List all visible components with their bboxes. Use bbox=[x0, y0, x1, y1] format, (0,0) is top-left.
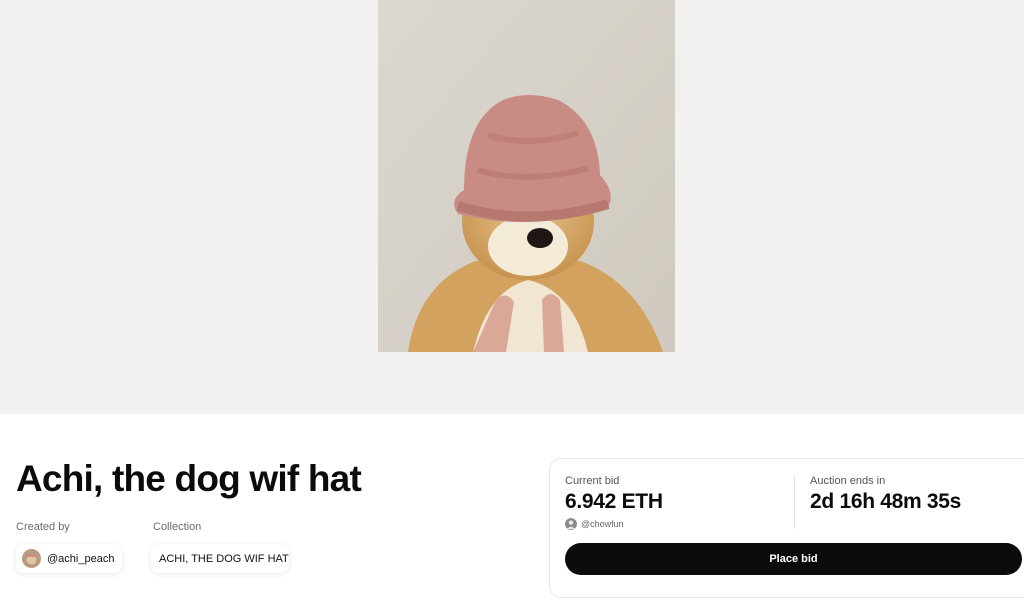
current-bidder[interactable]: @chowfun bbox=[565, 518, 624, 530]
artwork-image[interactable] bbox=[378, 0, 675, 352]
dog-photo-icon bbox=[378, 0, 675, 352]
auction-card: Current bid 6.942 ETH @chowfun Auction e… bbox=[549, 458, 1024, 598]
place-bid-button[interactable]: Place bid bbox=[565, 543, 1022, 575]
collection-label: Collection bbox=[153, 521, 202, 533]
collection-chip[interactable]: ACHI, THE DOG WIF HAT bbox=[151, 544, 289, 573]
dog-avatar-icon bbox=[22, 549, 41, 568]
nft-title: Achi, the dog wif hat bbox=[16, 458, 362, 499]
current-bid-label: Current bid bbox=[565, 475, 620, 487]
artwork-hero bbox=[0, 0, 1024, 414]
current-bid-value: 6.942 ETH bbox=[565, 490, 663, 513]
user-avatar-icon bbox=[565, 518, 577, 530]
creator-chip[interactable]: @achi_peach bbox=[16, 544, 122, 573]
bidder-handle: @chowfun bbox=[581, 519, 624, 529]
collection-name: ACHI, THE DOG WIF HAT bbox=[159, 552, 289, 565]
created-by-label: Created by bbox=[16, 521, 70, 533]
auction-divider bbox=[794, 475, 795, 529]
creator-handle: @achi_peach bbox=[47, 552, 115, 565]
auction-ends-label: Auction ends in bbox=[810, 475, 886, 487]
auction-countdown: 2d 16h 48m 35s bbox=[810, 490, 962, 513]
